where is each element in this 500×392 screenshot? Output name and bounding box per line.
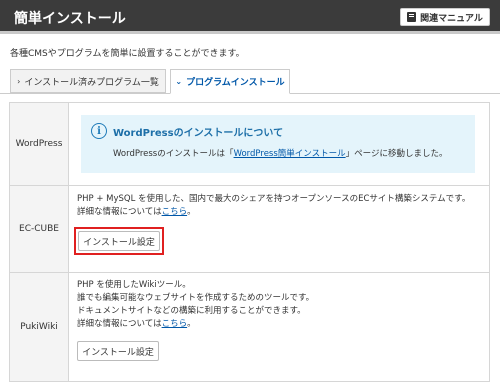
pukiwiki-details-link[interactable]: こちら xyxy=(162,319,188,329)
table-row-pukiwiki: PukiWiki PHP を使用したWikiツール。 誰でも編集可能なウェブサイ… xyxy=(10,272,489,381)
info-icon: i xyxy=(91,123,107,139)
desc-text: 詳細な情報については xyxy=(77,207,162,217)
related-manual-button[interactable]: 関連マニュアル xyxy=(400,8,490,26)
pukiwiki-description-line: 詳細な情報についてはこちら。 xyxy=(77,318,489,331)
row-content: PHP + MySQL を使用した、国内で最大のシェアを持つオープンソースのEC… xyxy=(69,186,489,272)
page-header: 簡単インストール 関連マニュアル xyxy=(0,0,500,34)
wordpress-install-link[interactable]: WordPress簡単インストール xyxy=(234,149,346,159)
row-label: WordPress xyxy=(10,103,69,185)
info-text-before: WordPressのインストールは「 xyxy=(113,149,234,159)
desc-text: 詳細な情報については xyxy=(77,319,162,329)
desc-text: 。 xyxy=(187,319,196,329)
table-row-wordpress: WordPress i WordPressのインストールについて WordPre… xyxy=(10,103,489,185)
pukiwiki-description-line: ドキュメントサイトなどの構築に利用することができます。 xyxy=(77,306,306,316)
page-title: 簡単インストール xyxy=(14,11,126,27)
highlight-frame: インストール設定 xyxy=(74,227,164,255)
program-table: WordPress i WordPressのインストールについて WordPre… xyxy=(9,102,490,382)
tab-label: プログラムインストール xyxy=(186,78,285,88)
tab-program-install[interactable]: ⌄ プログラムインストール xyxy=(170,69,290,94)
tab-label: インストール済みプログラム一覧 xyxy=(24,77,159,88)
desc-text: 。 xyxy=(187,207,196,217)
intro-text: 各種CMSやプログラムを簡単に設置することができます。 xyxy=(10,49,245,59)
pukiwiki-install-settings-button[interactable]: インストール設定 xyxy=(77,341,159,361)
book-icon xyxy=(407,12,417,22)
eccube-install-settings-button[interactable]: インストール設定 xyxy=(78,231,160,251)
info-box: i WordPressのインストールについて WordPressのインストールは… xyxy=(81,115,475,173)
tab-bar: › インストール済みプログラム一覧 ⌄ プログラムインストール xyxy=(0,67,500,94)
row-content: PHP を使用したWikiツール。 誰でも編集可能なウェブサイトを作成するための… xyxy=(69,273,489,381)
tab-installed-programs[interactable]: › インストール済みプログラム一覧 xyxy=(10,69,166,93)
pukiwiki-description-line: PHP を使用したWikiツール。 xyxy=(77,280,191,290)
row-label: PukiWiki xyxy=(10,273,69,381)
table-row-eccube: EC-CUBE PHP + MySQL を使用した、国内で最大のシェアを持つオー… xyxy=(10,185,489,272)
related-manual-label: 関連マニュアル xyxy=(420,13,483,24)
info-text-after: 」ページに移動しました。 xyxy=(345,149,448,159)
info-text: WordPressのインストールは「WordPress簡単インストール」ページに… xyxy=(113,147,447,159)
row-label: EC-CUBE xyxy=(10,186,69,272)
row-content: i WordPressのインストールについて WordPressのインストールは… xyxy=(69,103,489,185)
eccube-description-line: 詳細な情報についてはこちら。 xyxy=(77,206,489,219)
chevron-down-icon: ⌄ xyxy=(175,77,183,86)
info-title: WordPressのインストールについて xyxy=(113,128,284,139)
eccube-details-link[interactable]: こちら xyxy=(162,207,188,217)
pukiwiki-description-line: 誰でも編集可能なウェブサイトを作成するためのツールです。 xyxy=(77,293,315,303)
eccube-description-line: PHP + MySQL を使用した、国内で最大のシェアを持つオープンソースのEC… xyxy=(77,194,471,204)
chevron-right-icon: › xyxy=(17,76,21,86)
